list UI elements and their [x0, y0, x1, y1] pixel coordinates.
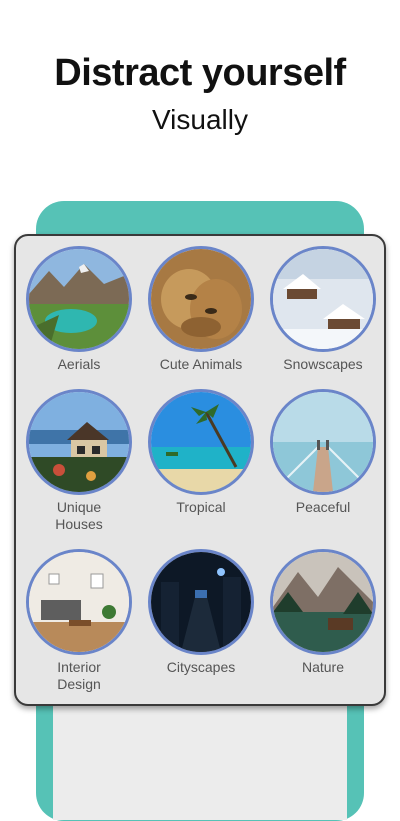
category-cute-animals[interactable]: Cute Animals: [140, 246, 262, 373]
phone-screen: [53, 700, 347, 820]
category-card: Aerials Cute Animals Snowscapes Unique H…: [14, 234, 386, 706]
category-tropical[interactable]: Tropical: [140, 389, 262, 516]
aerials-thumbnail: [26, 246, 132, 352]
category-interior-design[interactable]: Interior Design: [18, 549, 140, 693]
category-snowscapes[interactable]: Snowscapes: [262, 246, 384, 373]
category-label: Peaceful: [295, 499, 351, 515]
peaceful-thumbnail: [270, 389, 376, 495]
category-label: Cityscapes: [166, 659, 236, 675]
category-label: Interior Design: [57, 659, 101, 692]
nature-thumbnail: [270, 549, 376, 655]
category-label: Cute Animals: [159, 356, 243, 372]
category-label: Tropical: [176, 499, 226, 515]
category-aerials[interactable]: Aerials: [18, 246, 140, 373]
category-label: Unique Houses: [55, 499, 103, 532]
interior-design-thumbnail: [26, 549, 132, 655]
category-nature[interactable]: Nature: [262, 549, 384, 676]
category-label: Aerials: [57, 356, 101, 372]
cityscapes-thumbnail: [148, 549, 254, 655]
snowscapes-thumbnail: [270, 246, 376, 352]
category-label: Snowscapes: [283, 356, 363, 372]
headline: Distract yourself: [54, 52, 346, 94]
cute-animals-thumbnail: [148, 246, 254, 352]
category-peaceful[interactable]: Peaceful: [262, 389, 384, 516]
tropical-thumbnail: [148, 389, 254, 495]
category-unique-houses[interactable]: Unique Houses: [18, 389, 140, 533]
category-label: Nature: [301, 659, 345, 675]
subheadline: Visually: [152, 104, 248, 135]
category-cityscapes[interactable]: Cityscapes: [140, 549, 262, 676]
unique-houses-thumbnail: [26, 389, 132, 495]
